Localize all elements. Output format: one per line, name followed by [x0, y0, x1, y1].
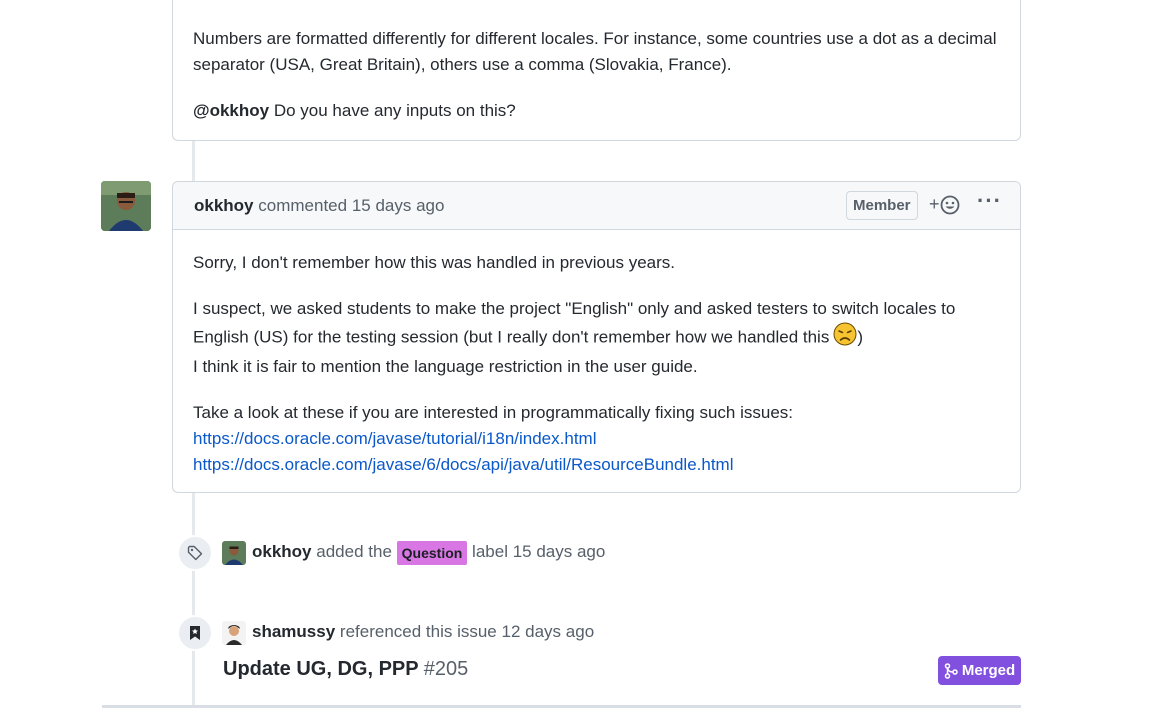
comment-paragraph: I suspect, we asked students to make the…	[193, 296, 1000, 380]
comment-box: okkhoy commented 15 days ago Member + ··…	[172, 181, 1021, 493]
comment-text: Do you have any inputs on this?	[269, 101, 516, 120]
add-reaction-button[interactable]: +	[929, 194, 960, 215]
comment-header-text: okkhoy commented 15 days ago	[194, 196, 444, 216]
smiley-icon	[940, 195, 959, 215]
merge-icon	[944, 662, 958, 679]
comment-action: commented	[258, 196, 348, 215]
comment-header: okkhoy commented 15 days ago Member + ··…	[173, 182, 1020, 230]
member-badge: Member	[846, 191, 918, 220]
merged-status-badge: Merged	[938, 656, 1021, 685]
comment-text: Take a look at these if you are interest…	[193, 403, 794, 422]
timestamp-link[interactable]: 15 days ago	[513, 542, 606, 561]
comment-paragraph: Take a look at these if you are interest…	[193, 400, 1000, 478]
avatar[interactable]	[222, 620, 246, 645]
timeline-line	[192, 492, 195, 708]
author-link[interactable]: okkhoy	[252, 542, 312, 561]
avatar-image	[101, 181, 151, 231]
comment-text: I suspect, we asked students to make the…	[193, 299, 956, 318]
avatar[interactable]	[222, 540, 246, 565]
reference-event: shamussy referenced this issue 12 days a…	[222, 620, 594, 645]
event-action: referenced this issue	[339, 622, 497, 641]
reaction-plus: +	[929, 194, 940, 214]
avatar[interactable]	[101, 181, 151, 231]
pr-title-text: Update UG, DG, PPP	[223, 658, 419, 680]
question-label[interactable]: Question	[396, 540, 468, 565]
docs-link[interactable]: https://docs.oracle.com/javase/6/docs/ap…	[193, 455, 734, 474]
comment-body: Numbers are formatted differently for di…	[173, 0, 1020, 124]
kebab-menu-button[interactable]: ···	[977, 188, 1002, 214]
tag-icon	[177, 535, 213, 571]
timestamp-link[interactable]: 12 days ago	[502, 622, 595, 641]
author-link[interactable]: okkhoy	[194, 196, 254, 215]
disappointed-face-icon	[833, 322, 857, 354]
comment-text: English (US) for the testing session (bu…	[193, 327, 830, 347]
pull-request-title[interactable]: Update UG, DG, PPP #205	[223, 658, 468, 681]
timestamp-link[interactable]: 15 days ago	[352, 196, 445, 215]
merged-label: Merged	[961, 662, 1016, 679]
comment-paragraph: Sorry, I don't remember how this was han…	[193, 253, 675, 272]
pr-number: #205	[423, 658, 469, 680]
event-suffix: label	[472, 542, 508, 561]
comment-body: Sorry, I don't remember how this was han…	[173, 230, 1020, 478]
author-link[interactable]: shamussy	[252, 622, 335, 641]
docs-link[interactable]: https://docs.oracle.com/javase/tutorial/…	[193, 429, 596, 448]
comment-box: Numbers are formatted differently for di…	[172, 0, 1021, 141]
comment-paragraph: @okkhoy Do you have any inputs on this?	[193, 98, 1000, 124]
user-mention-link[interactable]: @okkhoy	[193, 101, 269, 120]
comment-paragraph: Numbers are formatted differently for di…	[193, 29, 997, 74]
event-action: added the	[316, 542, 392, 561]
comment-text: I think it is fair to mention the langua…	[193, 357, 698, 376]
bookmark-icon	[177, 615, 213, 651]
label-event: okkhoy added the Question label 15 days …	[222, 540, 605, 565]
timeline-divider	[102, 705, 1021, 708]
comment-text: )	[857, 327, 864, 347]
timeline-line	[192, 140, 195, 181]
